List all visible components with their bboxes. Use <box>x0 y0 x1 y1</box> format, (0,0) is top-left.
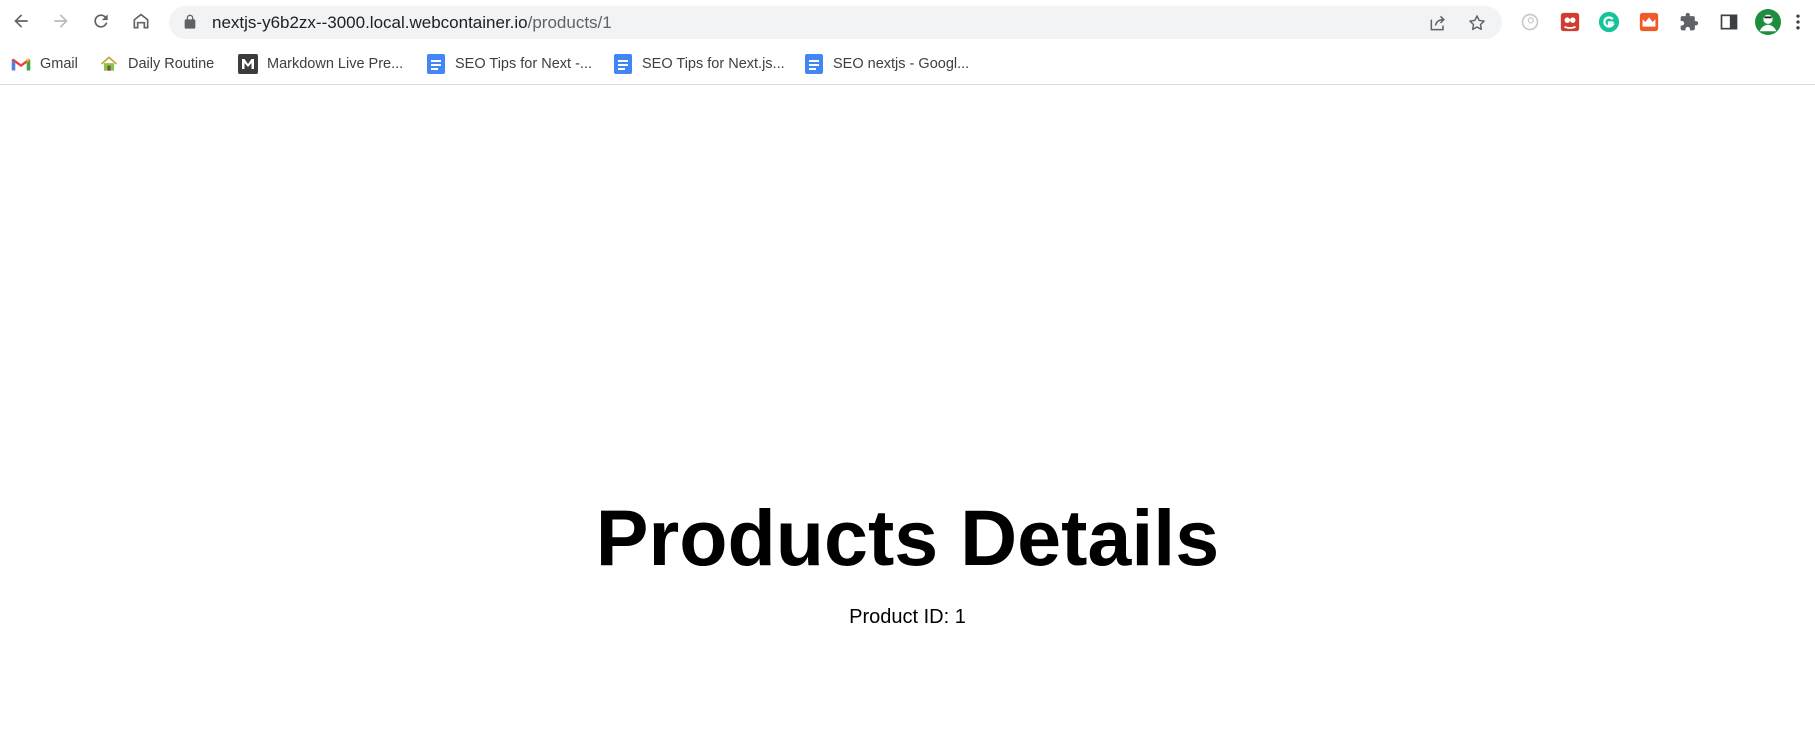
back-button[interactable] <box>6 6 36 36</box>
google-docs-icon <box>613 54 633 74</box>
bookmark-label: SEO nextjs - Googl... <box>833 56 970 72</box>
lock-icon <box>184 14 196 29</box>
share-icon[interactable] <box>1427 12 1449 34</box>
home-icon <box>133 13 149 29</box>
extension-red-icon[interactable] <box>1557 9 1583 35</box>
bookmarks-bar: Gmail Daily Routine Markdown Live Pre... <box>0 44 1815 85</box>
gmail-icon <box>11 54 31 74</box>
arrow-left-icon <box>14 14 28 28</box>
bookmark-seo-tips-1[interactable]: SEO Tips for Next -... <box>426 52 592 76</box>
bookmark-star-icon[interactable] <box>1466 12 1488 34</box>
bookmark-seo-tips-2[interactable]: SEO Tips for Next.js... <box>613 52 785 76</box>
extension-circle-icon[interactable] <box>1517 9 1543 35</box>
more-menu-icon[interactable] <box>1791 9 1805 35</box>
grammarly-icon[interactable] <box>1596 9 1622 35</box>
bookmark-label: Gmail <box>40 56 78 72</box>
bookmark-label: SEO Tips for Next.js... <box>642 56 785 72</box>
home-button[interactable] <box>126 6 156 36</box>
url-text[interactable]: nextjs-y6b2zx--3000.local.webcontainer.i… <box>212 13 612 33</box>
url-host: nextjs-y6b2zx--3000.local.webcontainer.i… <box>212 13 528 32</box>
puzzle-piece-icon[interactable] <box>1676 9 1702 35</box>
google-docs-icon <box>804 54 824 74</box>
reload-button[interactable] <box>86 6 116 36</box>
house-icon <box>99 54 119 74</box>
extension-orange-icon[interactable] <box>1636 9 1662 35</box>
bookmark-markdown[interactable]: Markdown Live Pre... <box>238 52 403 76</box>
bookmark-gmail[interactable]: Gmail <box>11 52 78 76</box>
bookmark-label: Markdown Live Pre... <box>267 56 404 72</box>
browser-toolbar: nextjs-y6b2zx--3000.local.webcontainer.i… <box>0 0 1815 44</box>
google-docs-icon <box>426 54 446 74</box>
side-panel-icon[interactable] <box>1716 9 1742 35</box>
url-path: /products/1 <box>527 13 612 32</box>
bookmark-seo-nextjs[interactable]: SEO nextjs - Googl... <box>804 52 969 76</box>
reload-icon <box>94 14 108 28</box>
bookmark-daily-routine[interactable]: Daily Routine <box>99 52 214 76</box>
arrow-right-icon <box>54 14 68 28</box>
forward-button[interactable] <box>46 6 76 36</box>
bookmark-label: SEO Tips for Next -... <box>455 56 592 72</box>
profile-avatar[interactable] <box>1755 9 1781 35</box>
address-bar[interactable]: nextjs-y6b2zx--3000.local.webcontainer.i… <box>169 6 1502 39</box>
bookmark-label: Daily Routine <box>128 56 215 72</box>
markdown-icon <box>238 54 258 74</box>
product-id-text: Product ID: 1 <box>849 606 966 628</box>
page-title: Products Details <box>595 493 1220 582</box>
page-content: Products Details Product ID: 1 <box>0 85 1815 748</box>
